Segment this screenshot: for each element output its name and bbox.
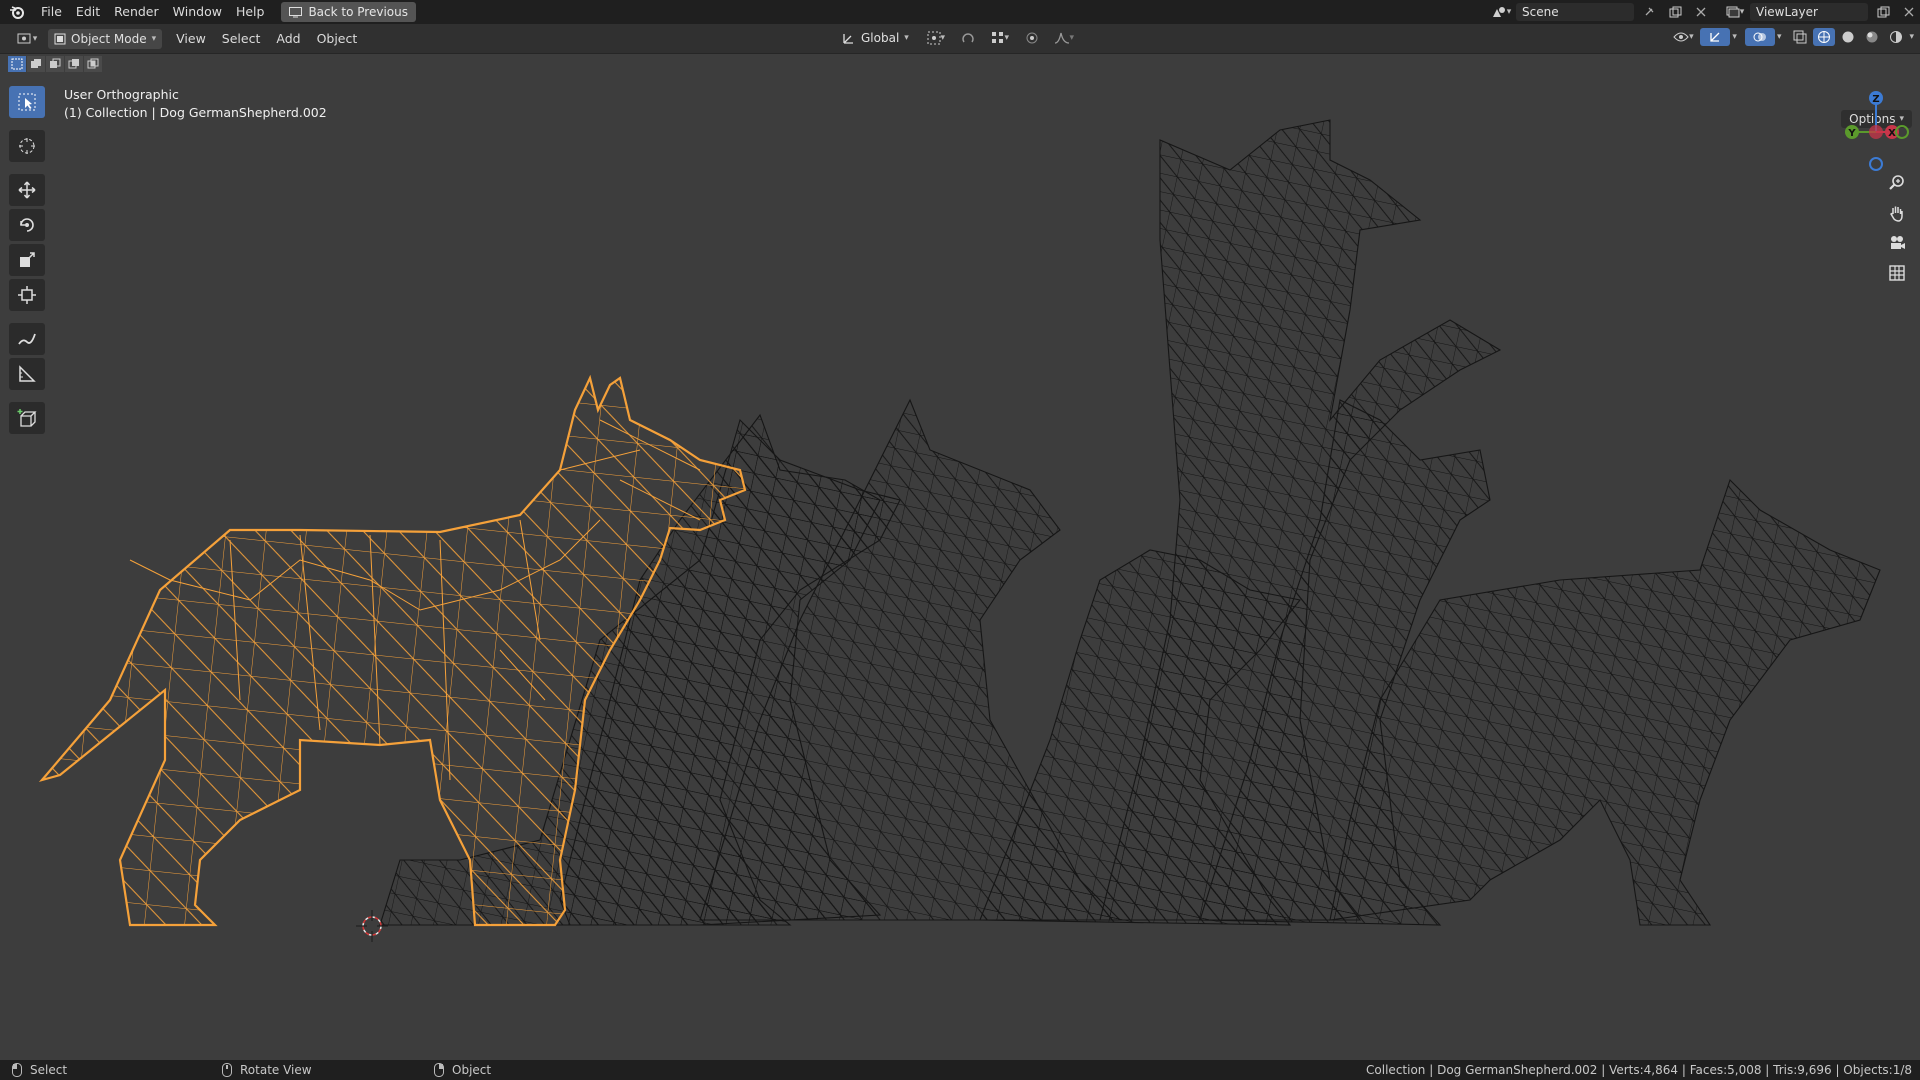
delete-scene-icon[interactable]	[1690, 3, 1712, 21]
scene-field[interactable]: Scene	[1516, 3, 1634, 21]
scene-selector-icon[interactable]: ▾	[1490, 3, 1512, 21]
status-select-label: Select	[30, 1063, 68, 1077]
scene-canvas[interactable]	[0, 54, 1920, 1060]
visibility-icon[interactable]: ▾	[1668, 28, 1698, 46]
menu-file[interactable]: File	[34, 2, 69, 22]
back-to-previous-label: Back to Previous	[308, 5, 408, 19]
menu-edit[interactable]: Edit	[69, 2, 107, 22]
new-scene-icon[interactable]	[1664, 3, 1686, 21]
mouse-right-icon	[434, 1063, 444, 1077]
mode-label: Object Mode	[71, 31, 147, 46]
scene-name: Scene	[1522, 5, 1559, 19]
menu-select[interactable]: Select	[214, 31, 269, 46]
screen-icon	[289, 6, 303, 17]
solid-shading-icon[interactable]	[1837, 28, 1859, 46]
delete-view-layer-icon[interactable]	[1898, 3, 1920, 21]
material-shading-icon[interactable]	[1861, 28, 1883, 46]
status-rotate-view: Rotate View	[222, 1063, 312, 1077]
status-bar: Select Rotate View Object Collection | D…	[0, 1060, 1920, 1080]
menu-window[interactable]: Window	[166, 2, 229, 22]
rendered-shading-icon[interactable]	[1885, 28, 1907, 46]
top-menu-bar: File Edit Render Window Help Back to Pre…	[0, 0, 1920, 24]
menu-view[interactable]: View	[168, 31, 214, 46]
status-rotate-label: Rotate View	[240, 1063, 312, 1077]
viewport-header: ▾ Object Mode ▾ View Select Add Object G…	[0, 24, 1920, 54]
viewport-shading-controls: ▾ ▾ ▾ ▾	[1668, 28, 1914, 46]
scene-statistics: Collection | Dog GermanShepherd.002 | Ve…	[1366, 1063, 1912, 1077]
snap-increment-icon[interactable]: ▾	[985, 29, 1015, 47]
snap-toggle-icon[interactable]	[957, 29, 979, 47]
view-layer-selector-icon[interactable]: ▾	[1724, 3, 1746, 21]
menu-help[interactable]: Help	[229, 2, 272, 22]
pin-icon[interactable]	[1638, 3, 1660, 21]
scene-controls: ▾ Scene ▾ ViewLayer	[1490, 0, 1920, 24]
status-object: Object	[434, 1063, 491, 1077]
orientation-label: Global	[861, 31, 900, 45]
new-view-layer-icon[interactable]	[1872, 3, 1894, 21]
object-mode-icon	[54, 33, 66, 44]
wireframe-shading-icon[interactable]	[1813, 28, 1836, 46]
menu-object[interactable]: Object	[309, 31, 366, 46]
blender-logo-icon[interactable]	[6, 1, 28, 23]
chevron-down-icon: ▾	[151, 33, 157, 44]
view-layer-name: ViewLayer	[1756, 5, 1818, 19]
gizmo-toggle-icon[interactable]	[1700, 28, 1731, 46]
3d-viewport[interactable]: User Orthographic (1) Collection | Dog G…	[0, 54, 1920, 1060]
transform-controls: Global ▾ ▾ ▾ ▾	[836, 28, 1079, 48]
falloff-icon[interactable]: ▾	[1049, 29, 1079, 47]
menu-add[interactable]: Add	[268, 31, 308, 46]
editor-type-icon[interactable]: ▾	[12, 30, 42, 48]
status-select: Select	[12, 1063, 67, 1077]
transform-orientation-dropdown[interactable]: Global ▾	[836, 28, 915, 48]
status-object-label: Object	[452, 1063, 492, 1077]
proportional-edit-icon[interactable]	[1021, 29, 1043, 47]
mouse-left-icon	[12, 1063, 22, 1077]
orientation-icon	[843, 34, 853, 44]
view-layer-field[interactable]: ViewLayer	[1750, 3, 1868, 21]
pivot-point-icon[interactable]: ▾	[921, 29, 951, 47]
menu-render[interactable]: Render	[107, 2, 166, 22]
back-to-previous-button[interactable]: Back to Previous	[281, 2, 416, 22]
overlays-toggle-icon[interactable]	[1744, 28, 1775, 46]
xray-toggle-icon[interactable]	[1789, 28, 1811, 46]
mouse-middle-icon	[222, 1063, 232, 1077]
mode-dropdown[interactable]: Object Mode ▾	[48, 28, 163, 49]
